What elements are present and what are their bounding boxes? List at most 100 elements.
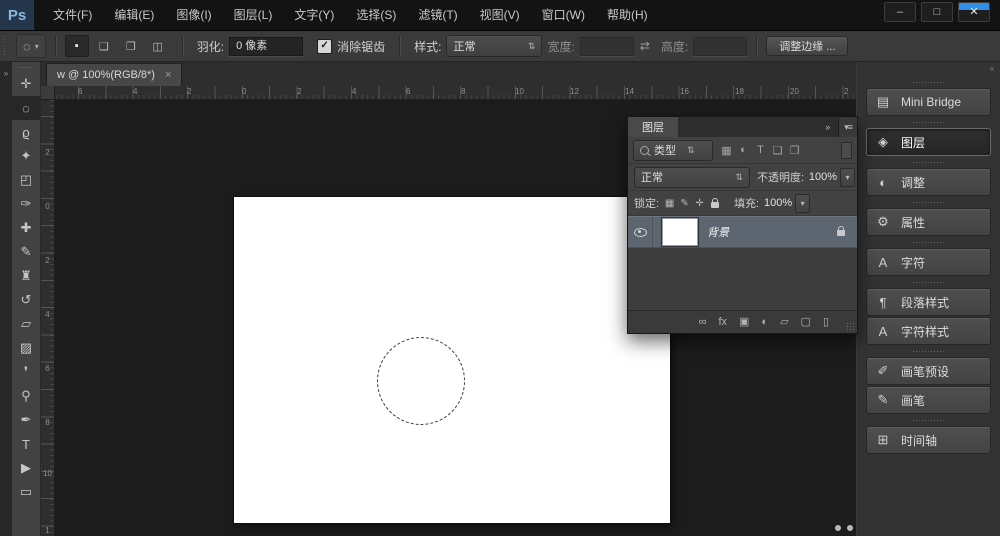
tool-gradient[interactable]: ▨ bbox=[12, 336, 40, 360]
add-to-selection-button[interactable]: ❏ bbox=[92, 35, 116, 57]
filter-shape-layers-icon[interactable]: ❏ bbox=[769, 141, 786, 160]
panel-grip[interactable] bbox=[18, 66, 34, 69]
lock-transparent-pixels-icon[interactable]: ▦ bbox=[662, 198, 677, 209]
new-layer-icon[interactable]: ▢ bbox=[801, 317, 811, 328]
menu-select[interactable]: 选择(S) bbox=[345, 0, 407, 30]
tool-eraser[interactable]: ▱ bbox=[12, 312, 40, 336]
double-arrow-icon[interactable]: » bbox=[4, 69, 8, 78]
filter-smart-objects-icon[interactable]: ❐ bbox=[786, 141, 803, 160]
tool-crop[interactable]: ◰ bbox=[12, 168, 40, 192]
panel-button-character-styles[interactable]: A 字符样式 bbox=[866, 317, 991, 345]
tool-shape[interactable]: ▭ bbox=[12, 480, 40, 504]
close-button[interactable]: ✕ bbox=[958, 2, 990, 22]
tool-elliptical-marquee[interactable]: ◌ bbox=[12, 96, 40, 120]
chevron-down-icon[interactable]: ▾ bbox=[840, 168, 855, 187]
panel-button-adjustments[interactable]: ◐ 调整 bbox=[866, 168, 991, 196]
panel-button-character[interactable]: A 字符 bbox=[866, 248, 991, 276]
menu-layer[interactable]: 图层(L) bbox=[223, 0, 284, 30]
layer-name[interactable]: 背景 bbox=[707, 224, 837, 240]
panel-button-mini-bridge[interactable]: ▤ Mini Bridge bbox=[866, 88, 991, 116]
panel-menu-icon[interactable]: ▾≡ bbox=[838, 117, 857, 137]
opacity-value[interactable]: 100% bbox=[807, 171, 837, 183]
double-arrow-icon[interactable]: » bbox=[817, 122, 838, 132]
elliptical-selection-marching-ants[interactable] bbox=[377, 337, 465, 425]
toolbar-collapse-strip: » bbox=[0, 62, 12, 536]
separator bbox=[55, 36, 56, 56]
panel-button-label: 图层 bbox=[901, 134, 925, 151]
dock-expand-icon[interactable]: « bbox=[990, 64, 994, 76]
tool-clone-stamp[interactable]: ♜ bbox=[12, 264, 40, 288]
maximize-button[interactable]: □ bbox=[921, 2, 953, 22]
adjustment-layer-icon[interactable]: ◐ bbox=[761, 317, 768, 328]
lock-label: 锁定: bbox=[634, 195, 659, 211]
panel-button-brush-presets[interactable]: ✐ 画笔预设 bbox=[866, 357, 991, 385]
lock-position-icon[interactable]: ✛ bbox=[692, 198, 707, 209]
menu-edit[interactable]: 编辑(E) bbox=[103, 0, 165, 30]
tool-brush[interactable]: ✎ bbox=[12, 240, 40, 264]
panel-resize-grip[interactable] bbox=[846, 322, 856, 332]
tool-type[interactable]: T bbox=[12, 432, 40, 456]
lock-all-icon[interactable] bbox=[707, 198, 722, 208]
tool-eyedropper[interactable]: ✑ bbox=[12, 192, 40, 216]
panel-button-timeline[interactable]: ⊞ 时间轴 bbox=[866, 426, 991, 454]
separator bbox=[182, 36, 183, 56]
ruler-corner[interactable] bbox=[41, 86, 55, 99]
panel-button-brush[interactable]: ✎ 画笔 bbox=[866, 386, 991, 414]
menu-window[interactable]: 窗口(W) bbox=[531, 0, 596, 30]
panel-button-layers[interactable]: ◈ 图层 bbox=[866, 128, 991, 156]
tool-quick-selection[interactable]: ✦ bbox=[12, 144, 40, 168]
delete-layer-icon[interactable]: ▯ bbox=[823, 317, 829, 328]
tool-path-selection[interactable]: ▶ bbox=[12, 456, 40, 480]
refine-edge-button[interactable]: 调整边缘 ... bbox=[766, 36, 848, 56]
panel-button-properties[interactable]: ⚙ 属性 bbox=[866, 208, 991, 236]
filter-kind-select[interactable]: 类型 ⇅ bbox=[633, 140, 713, 161]
tool-move[interactable]: ✛ bbox=[12, 72, 40, 96]
fill-value[interactable]: 100% bbox=[762, 197, 792, 209]
menu-type[interactable]: 文字(Y) bbox=[283, 0, 345, 30]
layer-mask-icon[interactable]: ▣ bbox=[739, 317, 749, 328]
layer-thumbnail[interactable] bbox=[662, 218, 698, 246]
menu-file[interactable]: 文件(F) bbox=[42, 0, 103, 30]
filter-toggle-icon[interactable] bbox=[841, 142, 852, 159]
style-value: 正常 bbox=[453, 38, 475, 54]
tab-close-icon[interactable]: × bbox=[165, 69, 171, 81]
layer-effects-icon[interactable]: fx bbox=[718, 317, 727, 328]
tool-lasso[interactable]: ϱ bbox=[12, 120, 40, 144]
visibility-toggle[interactable] bbox=[628, 217, 653, 247]
ruler-label: 4 bbox=[133, 87, 137, 96]
intersect-selection-button[interactable]: ◫ bbox=[146, 35, 170, 57]
layers-panel-tab[interactable]: 图层 bbox=[628, 117, 678, 137]
panel-button-paragraph-styles[interactable]: ¶ 段落样式 bbox=[866, 288, 991, 316]
menu-filter[interactable]: 滤镜(T) bbox=[407, 0, 468, 30]
blend-mode-select[interactable]: 正常 ⇅ bbox=[634, 167, 750, 188]
new-group-icon[interactable]: ▱ bbox=[780, 317, 788, 328]
feather-input[interactable]: 0 像素 bbox=[229, 37, 303, 56]
document-tab[interactable]: w @ 100%(RGB/8*) × bbox=[46, 63, 182, 86]
tool-history-brush[interactable]: ↺ bbox=[12, 288, 40, 312]
document-canvas[interactable] bbox=[234, 197, 670, 523]
swap-dimensions-icon[interactable]: ⇄ bbox=[640, 39, 650, 53]
style-select[interactable]: 正常 ⇅ bbox=[446, 35, 542, 57]
filter-pixel-layers-icon[interactable]: ▦ bbox=[718, 141, 735, 160]
tool-blur[interactable]: ❜ bbox=[12, 360, 40, 384]
tool-preset-picker[interactable]: ◌ ▾ bbox=[16, 34, 46, 58]
menu-image[interactable]: 图像(I) bbox=[165, 0, 222, 30]
chevron-down-icon[interactable]: ▾ bbox=[795, 194, 810, 213]
link-layers-icon[interactable]: ∞ bbox=[699, 317, 707, 328]
filter-adjustment-layers-icon[interactable]: ◐ bbox=[735, 141, 752, 160]
tool-buttons: ✛ ◌ ϱ ✦ ◰ ✑ ✚ ✎ ♜ ↺ ▱ ▨ bbox=[12, 72, 40, 504]
antialias-checkbox[interactable]: ✓ bbox=[317, 39, 332, 54]
menu-help[interactable]: 帮助(H) bbox=[596, 0, 659, 30]
lock-image-pixels-icon[interactable]: ✎ bbox=[677, 198, 692, 209]
new-selection-button[interactable]: ▪ bbox=[65, 35, 89, 57]
subtract-from-selection-button[interactable]: ❐ bbox=[119, 35, 143, 57]
spinner-icon: ⇅ bbox=[528, 41, 536, 52]
layer-row-background[interactable]: 背景 bbox=[628, 216, 857, 248]
menu-bar: 文件(F) 编辑(E) 图像(I) 图层(L) 文字(Y) 选择(S) 滤镜(T… bbox=[42, 0, 659, 30]
filter-type-layers-icon[interactable]: T bbox=[752, 141, 769, 160]
tool-pen[interactable]: ✒ bbox=[12, 408, 40, 432]
tool-spot-healing[interactable]: ✚ bbox=[12, 216, 40, 240]
menu-view[interactable]: 视图(V) bbox=[469, 0, 531, 30]
tool-dodge[interactable]: ⚲ bbox=[12, 384, 40, 408]
minimize-button[interactable]: – bbox=[884, 2, 916, 22]
